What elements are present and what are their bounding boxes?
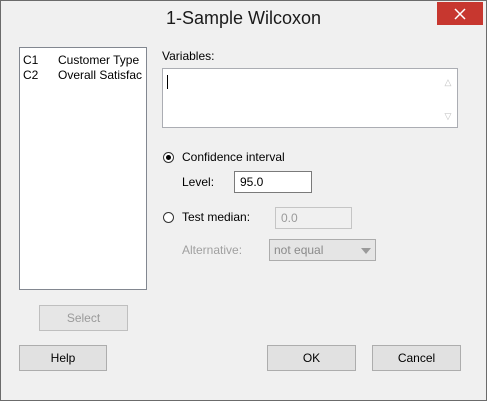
close-icon xyxy=(454,7,466,20)
alternative-label: Alternative: xyxy=(182,243,243,257)
text-caret xyxy=(167,75,168,89)
variable-list[interactable]: C1 Customer Type C2 Overall Satisfac xyxy=(19,47,147,290)
alternative-select[interactable]: not equal xyxy=(269,239,376,261)
alternative-value: not equal xyxy=(274,243,324,257)
variables-input[interactable]: △ ▽ xyxy=(162,68,458,128)
confidence-interval-radio[interactable] xyxy=(163,152,174,163)
scroll-up-icon[interactable]: △ xyxy=(442,77,454,87)
test-median-radio[interactable] xyxy=(163,212,174,223)
dialog-window: 1-Sample Wilcoxon C1 Customer Type C2 Ov… xyxy=(0,0,487,401)
ok-button[interactable]: OK xyxy=(267,345,356,371)
dialog-title: 1-Sample Wilcoxon xyxy=(165,8,322,28)
column-id: C2 xyxy=(23,68,39,82)
scroll-down-icon[interactable]: ▽ xyxy=(442,111,454,121)
level-label: Level: xyxy=(182,175,215,189)
cancel-button[interactable]: Cancel xyxy=(372,345,461,371)
test-median-input[interactable]: 0.0 xyxy=(275,207,352,229)
chevron-down-icon xyxy=(361,248,371,254)
list-item[interactable]: C1 Customer Type xyxy=(23,53,145,68)
variables-label: Variables: xyxy=(162,49,215,63)
column-name: Customer Type xyxy=(58,53,140,67)
list-item[interactable]: C2 Overall Satisfac xyxy=(23,68,145,83)
level-input[interactable]: 95.0 xyxy=(234,171,312,193)
test-median-label[interactable]: Test median: xyxy=(182,210,250,224)
select-button[interactable]: Select xyxy=(39,305,128,331)
column-id: C1 xyxy=(23,53,39,67)
title-bar[interactable]: 1-Sample Wilcoxon xyxy=(1,1,486,36)
close-button[interactable] xyxy=(437,2,483,25)
column-name: Overall Satisfac xyxy=(58,68,143,82)
help-button[interactable]: Help xyxy=(19,345,107,371)
radio-selected-dot xyxy=(166,155,171,160)
confidence-interval-label[interactable]: Confidence interval xyxy=(182,150,285,164)
